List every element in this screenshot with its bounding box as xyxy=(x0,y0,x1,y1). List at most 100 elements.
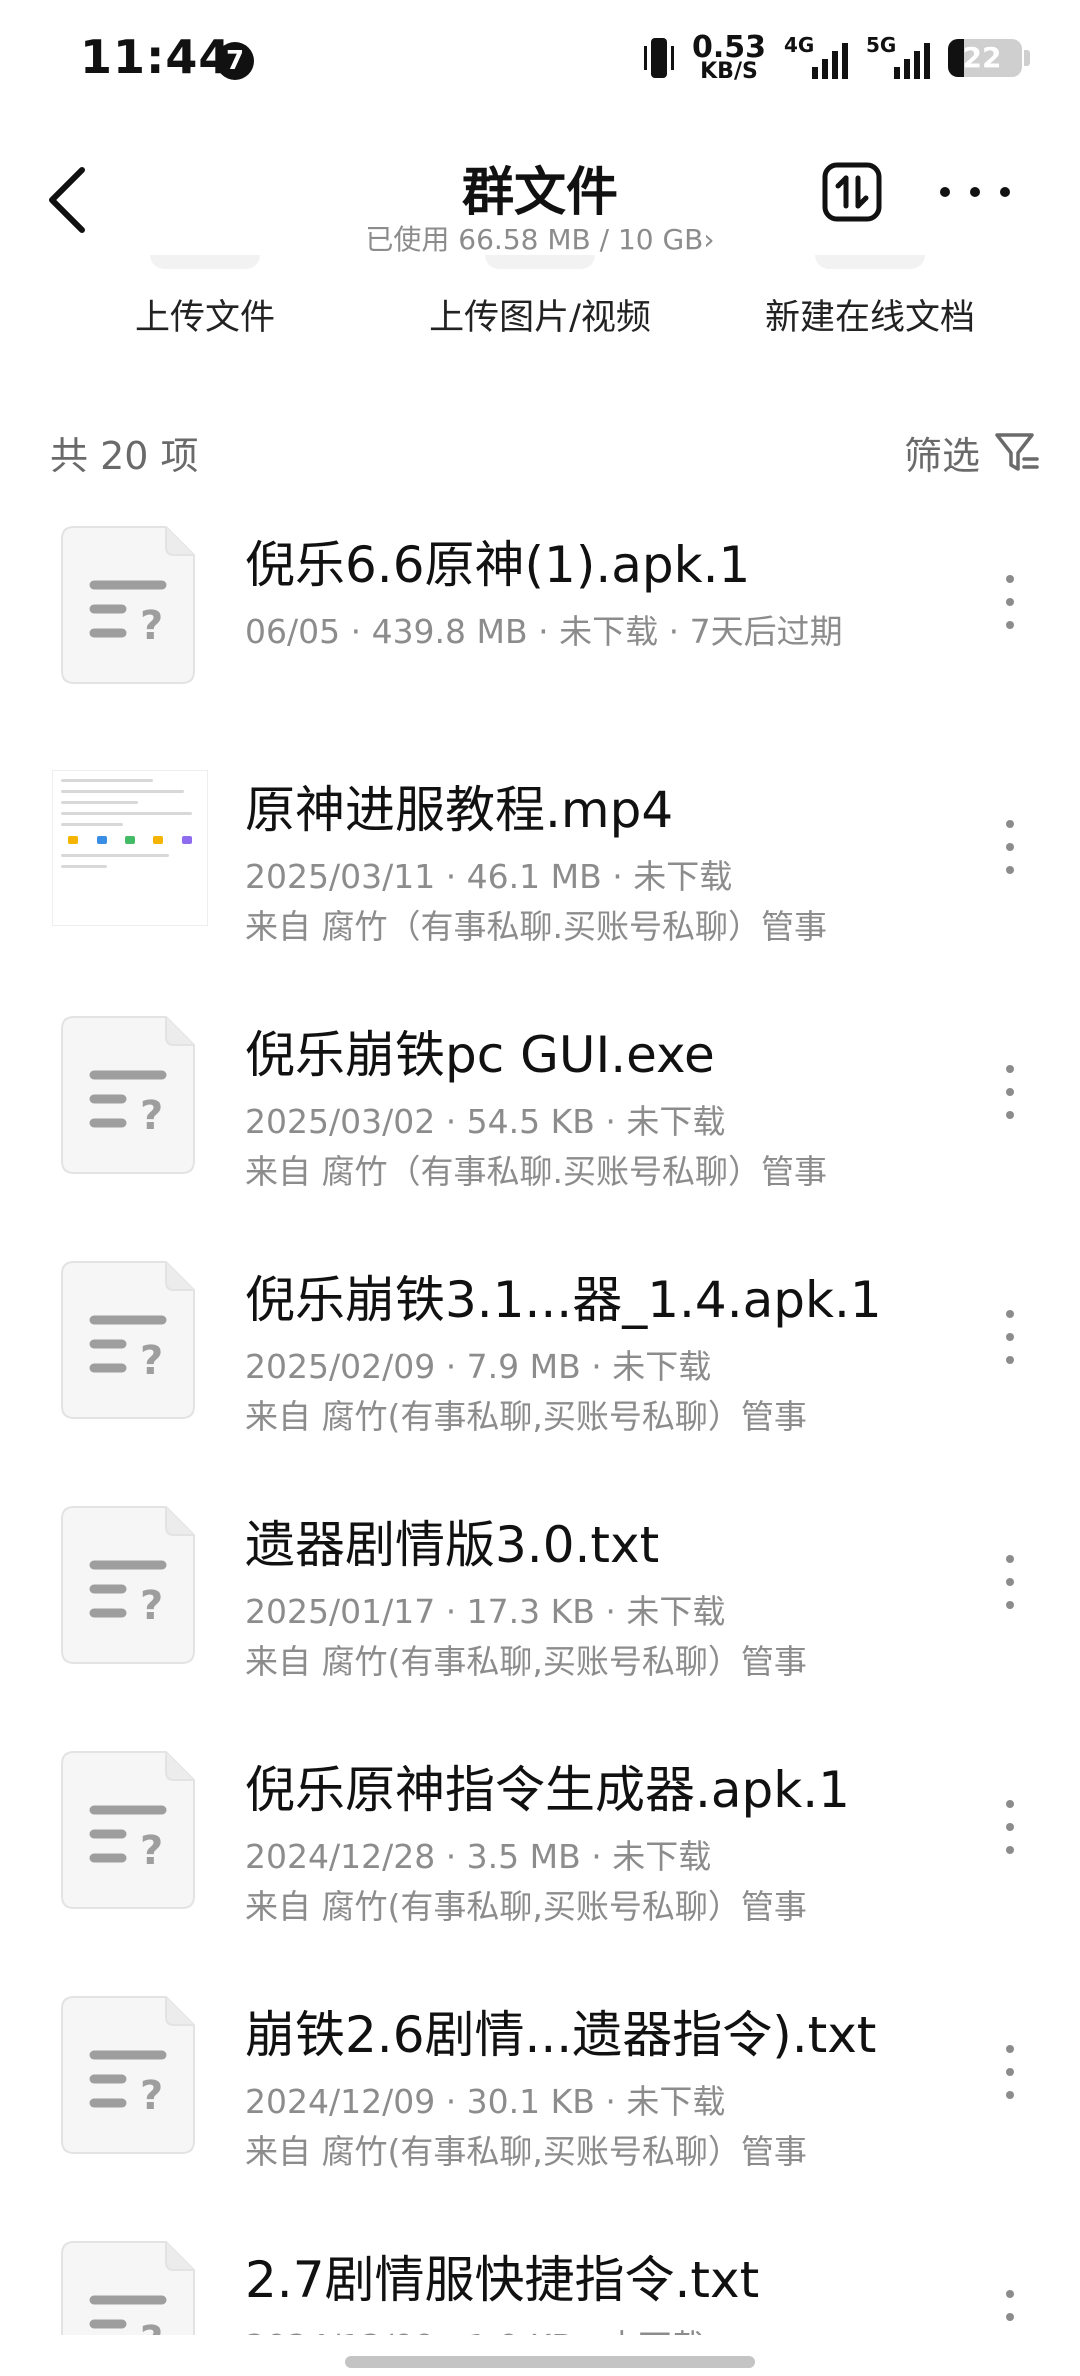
unknown-file-icon: ? xyxy=(61,1751,195,1909)
file-menu-button[interactable] xyxy=(1000,1800,1020,1854)
file-menu-button[interactable] xyxy=(1000,575,1020,629)
battery-icon: 22 xyxy=(948,39,1022,77)
kebab-icon xyxy=(1006,1065,1014,1073)
file-row[interactable]: ? 倪乐6.6原神(1).apk.1 06/05 · 439.8 MB · 未下… xyxy=(0,505,1080,750)
app-header: 群文件 已使用 66.58 MB / 10 GB› xyxy=(0,130,1080,270)
new-online-doc-button[interactable]: 新建在线文档 xyxy=(700,255,1040,340)
svg-text:?: ? xyxy=(140,2073,163,2119)
new-online-doc-label: 新建在线文档 xyxy=(764,298,975,338)
quick-actions: 上传文件 上传图片/视频 新建在线文档 xyxy=(0,255,1080,355)
file-source: 来自 腐竹(有事私聊,买账号私聊）管事 xyxy=(245,1397,807,1436)
video-thumbnail xyxy=(52,770,208,926)
signal-5g-label: 5G xyxy=(866,33,897,57)
file-menu-button[interactable] xyxy=(1000,1310,1020,1364)
svg-text:?: ? xyxy=(140,2318,163,2335)
file-meta: 2025/02/09 · 7.9 MB · 未下载 xyxy=(245,1347,712,1386)
network-speed-value: 0.53 xyxy=(691,30,766,65)
file-menu-button[interactable] xyxy=(1000,2290,1020,2335)
unknown-file-icon: ? xyxy=(61,1016,195,1174)
svg-text:?: ? xyxy=(140,1338,163,1384)
filter-label: 筛选 xyxy=(903,434,980,478)
file-name: 倪乐原神指令生成器.apk.1 xyxy=(245,1761,850,1819)
kebab-icon xyxy=(1006,2045,1014,2053)
file-menu-button[interactable] xyxy=(1000,2045,1020,2099)
sort-icon xyxy=(822,162,882,222)
file-name: 原神进服教程.mp4 xyxy=(245,781,674,839)
filter-icon xyxy=(995,432,1039,471)
upload-media-button[interactable]: 上传图片/视频 xyxy=(370,255,710,340)
file-list: ? 倪乐6.6原神(1).apk.1 06/05 · 439.8 MB · 未下… xyxy=(0,505,1080,2335)
file-name: 倪乐崩铁3.1...器_1.4.apk.1 xyxy=(245,1271,882,1329)
file-meta: 2025/03/02 · 54.5 KB · 未下载 xyxy=(245,1102,726,1141)
new-doc-icon xyxy=(815,255,925,269)
file-menu-button[interactable] xyxy=(1000,820,1020,874)
unknown-file-icon: ? xyxy=(61,2241,195,2335)
file-name: 遗器剧情版3.0.txt xyxy=(245,1516,660,1574)
svg-text:?: ? xyxy=(140,603,163,649)
storage-usage-link[interactable]: 已使用 66.58 MB / 10 GB› xyxy=(0,218,1080,258)
file-source: 来自 腐竹(有事私聊,买账号私聊）管事 xyxy=(245,2132,807,2171)
file-meta: 2024/12/28 · 3.5 MB · 未下载 xyxy=(245,1837,712,1876)
file-row[interactable]: ? 倪乐原神指令生成器.apk.1 2024/12/28 · 3.5 MB · … xyxy=(0,1730,1080,1975)
kebab-icon xyxy=(1006,1800,1014,1808)
file-source: 来自 腐竹（有事私聊.买账号私聊）管事 xyxy=(245,907,827,946)
upload-file-label: 上传文件 xyxy=(134,298,275,338)
file-meta: 2024/12/09 · 1.0 KB · 未下载 xyxy=(245,2320,704,2335)
file-row[interactable]: 原神进服教程.mp4 2025/03/11 · 46.1 MB · 未下载 来自… xyxy=(0,750,1080,995)
signal-4g-icon: 4G xyxy=(784,33,848,81)
svg-text:?: ? xyxy=(140,1093,163,1139)
unknown-file-icon: ? xyxy=(61,1506,195,1664)
file-name: 2.7剧情服快捷指令.txt xyxy=(245,2251,760,2309)
upload-media-icon xyxy=(485,255,595,269)
filter-button[interactable]: 筛选 xyxy=(904,425,1040,480)
file-row[interactable]: ? 倪乐崩铁pc GUI.exe 2025/03/02 · 54.5 KB · … xyxy=(0,995,1080,1240)
upload-media-label: 上传图片/视频 xyxy=(429,298,651,338)
signal-5g-icon: 5G xyxy=(866,33,930,81)
file-source: 来自 腐竹(有事私聊,买账号私聊）管事 xyxy=(245,1887,807,1926)
svg-text:?: ? xyxy=(140,1583,163,1629)
signal-4g-label: 4G xyxy=(784,33,815,57)
chevron-right-icon: › xyxy=(703,223,715,256)
upload-file-button[interactable]: 上传文件 xyxy=(35,255,375,340)
notification-badge: 7 xyxy=(216,42,254,80)
file-meta: 2025/01/17 · 17.3 KB · 未下载 xyxy=(245,1592,726,1631)
unknown-file-icon: ? xyxy=(61,1996,195,2154)
file-row[interactable]: ? 遗器剧情版3.0.txt 2025/01/17 · 17.3 KB · 未下… xyxy=(0,1485,1080,1730)
kebab-icon xyxy=(1006,2290,1014,2298)
kebab-icon xyxy=(1006,1555,1014,1563)
file-source: 来自 腐竹(有事私聊,买账号私聊）管事 xyxy=(245,1642,807,1681)
home-indicator[interactable] xyxy=(345,2356,755,2368)
page-title: 群文件 xyxy=(461,163,618,223)
item-count: 共 20 项 xyxy=(50,434,199,478)
unknown-file-icon: ? xyxy=(61,1261,195,1419)
file-row[interactable]: ? 倪乐崩铁3.1...器_1.4.apk.1 2025/02/09 · 7.9… xyxy=(0,1240,1080,1485)
kebab-icon xyxy=(1006,575,1014,583)
file-meta: 2024/12/09 · 30.1 KB · 未下载 xyxy=(245,2082,726,2121)
network-speed-unit: KB/S xyxy=(700,59,758,84)
file-meta: 06/05 · 439.8 MB · 未下载 · 7天后过期 xyxy=(245,612,843,651)
kebab-icon xyxy=(1006,1310,1014,1318)
file-row[interactable]: ? 崩铁2.6剧情...遗器指令).txt 2024/12/09 · 30.1 … xyxy=(0,1975,1080,2220)
file-name: 倪乐6.6原神(1).apk.1 xyxy=(245,536,751,594)
more-dots-icon xyxy=(940,187,950,197)
svg-text:?: ? xyxy=(140,1828,163,1874)
vibrate-icon xyxy=(643,36,674,80)
battery-level: 22 xyxy=(962,41,1002,74)
file-menu-button[interactable] xyxy=(1000,1065,1020,1119)
file-source: 来自 腐竹（有事私聊.买账号私聊）管事 xyxy=(245,1152,827,1191)
file-meta: 2025/03/11 · 46.1 MB · 未下载 xyxy=(245,857,733,896)
file-name: 崩铁2.6剧情...遗器指令).txt xyxy=(245,2006,877,2064)
kebab-icon xyxy=(1006,820,1014,828)
file-menu-button[interactable] xyxy=(1000,1555,1020,1609)
upload-file-icon xyxy=(150,255,260,269)
file-row[interactable]: ? 2.7剧情服快捷指令.txt 2024/12/09 · 1.0 KB · 未… xyxy=(0,2220,1080,2335)
clock: 11:44 xyxy=(80,30,232,84)
more-options-button[interactable] xyxy=(940,170,1010,214)
file-name: 倪乐崩铁pc GUI.exe xyxy=(245,1026,715,1084)
storage-usage-text: 已使用 66.58 MB / 10 GB xyxy=(365,223,704,256)
network-speed: 0.53 KB/S xyxy=(691,30,766,84)
sort-button[interactable] xyxy=(820,160,884,224)
status-bar: 11:44 7 0.53 KB/S 4G 5G 22 xyxy=(0,0,1080,120)
status-icons: 0.53 KB/S 4G 5G 22 xyxy=(643,30,1030,84)
unknown-file-icon: ? xyxy=(61,526,195,684)
